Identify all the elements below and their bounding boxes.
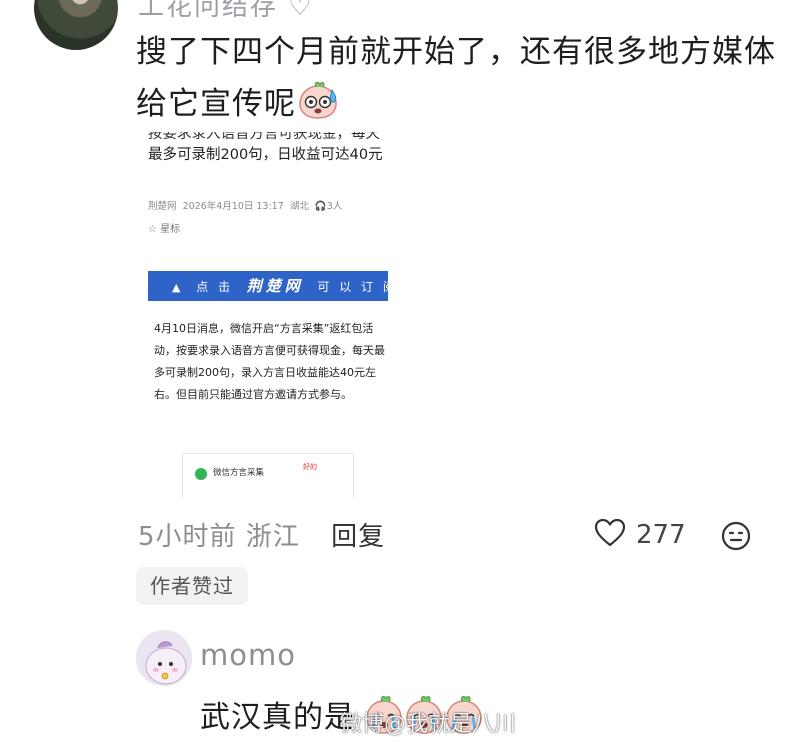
reply-username[interactable]: momo xyxy=(200,638,296,672)
like-count: 277 xyxy=(636,520,686,550)
mini-app-card: 微信方言采集 好的 xyxy=(182,453,354,498)
headphone-icon: 🎧 xyxy=(314,201,327,212)
comment-meta: 5小时前 浙江 回复 xyxy=(138,516,385,553)
username[interactable]: 工花问结存 ♡ xyxy=(138,0,314,23)
avatar[interactable] xyxy=(34,0,118,50)
banner-prefix: 点 击 xyxy=(196,280,234,294)
star-label: 星标 xyxy=(160,224,181,235)
smiley-icon xyxy=(720,521,752,556)
comment-location: 浙江 xyxy=(245,522,300,552)
mini-card-label: 微信方言采集 xyxy=(213,468,265,478)
comment-body: 搜了下四个月前就开始了，还有很多地方媒体给它宣传呢 xyxy=(136,34,776,122)
reply-body: 武汉真的是 xyxy=(200,700,355,735)
reaction-button[interactable] xyxy=(720,520,752,556)
article-region: 湖北 xyxy=(289,201,309,212)
subscribe-banner: ▲ 点 击 荆楚网 可 以 订 阅 xyxy=(148,271,395,301)
article-star: ☆ 星标 xyxy=(148,220,180,235)
comment-text: 搜了下四个月前就开始了，还有很多地方媒体给它宣传呢 xyxy=(136,26,776,136)
weibo-watermark: 微博@我就是八川 xyxy=(340,712,517,737)
article-listeners: 3人 xyxy=(326,201,343,212)
reply-button[interactable]: 回复 xyxy=(331,522,385,552)
article-title-text: 最多可录制200句，日收益可达40元 xyxy=(148,147,383,163)
mini-card-tag: 好的 xyxy=(303,463,317,471)
triangle-up-icon: ▲ xyxy=(172,281,184,294)
embedded-article-image[interactable]: 按要求录入语音方言可获现金，每天 最多可录制200句，日收益可达40元 荆楚网 … xyxy=(136,128,396,498)
article-title: 按要求录入语音方言可获现金，每天 最多可录制200句，日收益可达40元 xyxy=(148,132,394,166)
article-datetime: 2026年4月10日 13:17 xyxy=(182,201,284,212)
comment-time: 5小时前 xyxy=(138,522,237,552)
article-source: 荆楚网 xyxy=(148,201,177,212)
article-body: 4月10日消息，微信开启“方言采集”返红包活动，按要求录入语音方言便可获得现金，… xyxy=(154,322,385,401)
star-icon: ☆ xyxy=(148,224,157,235)
article-title-cut: 按要求录入语音方言可获现金，每天 xyxy=(148,132,380,142)
peach-avatar-icon xyxy=(136,630,192,686)
heart-icon xyxy=(594,518,626,552)
banner-suffix: 可 以 订 阅 xyxy=(317,280,396,294)
article-meta: 荆楚网 2026年4月10日 13:17 湖北 🎧3人 xyxy=(148,198,342,212)
banner-logo: 荆楚网 xyxy=(246,277,304,295)
wechat-icon xyxy=(195,468,207,480)
author-liked-badge: 作者赞过 xyxy=(136,567,248,605)
reply-avatar[interactable] xyxy=(136,630,192,686)
like-button[interactable]: 277 xyxy=(594,518,686,552)
